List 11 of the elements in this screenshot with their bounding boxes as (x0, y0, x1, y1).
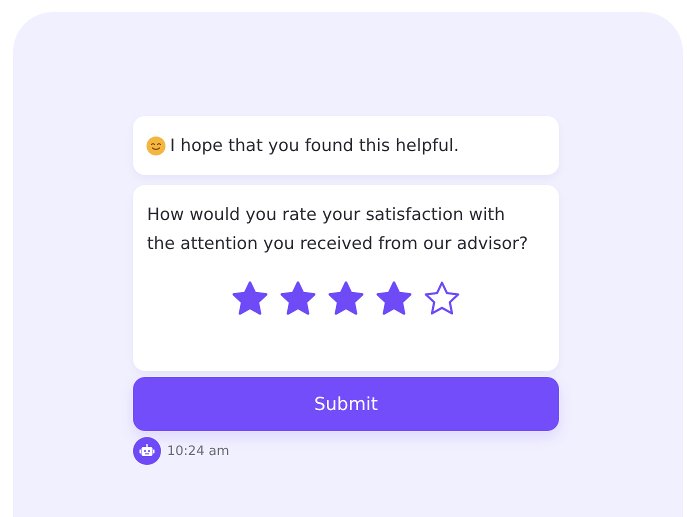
message-text: I hope that you found this helpful. (170, 136, 459, 156)
robot-icon (133, 437, 161, 465)
filled-star-icon[interactable] (376, 281, 412, 315)
filled-star-icon[interactable] (232, 281, 268, 315)
submit-button[interactable]: Submit (133, 377, 559, 431)
filled-star-icon[interactable] (328, 281, 364, 315)
smiling-face-icon (146, 136, 166, 156)
filled-star-icon[interactable] (280, 281, 316, 315)
rating-question: How would you rate your satisfaction with the attention you received from our advisor? (147, 204, 530, 256)
empty-star-icon[interactable] (424, 281, 460, 315)
message-time: 10:24 am (167, 444, 230, 458)
